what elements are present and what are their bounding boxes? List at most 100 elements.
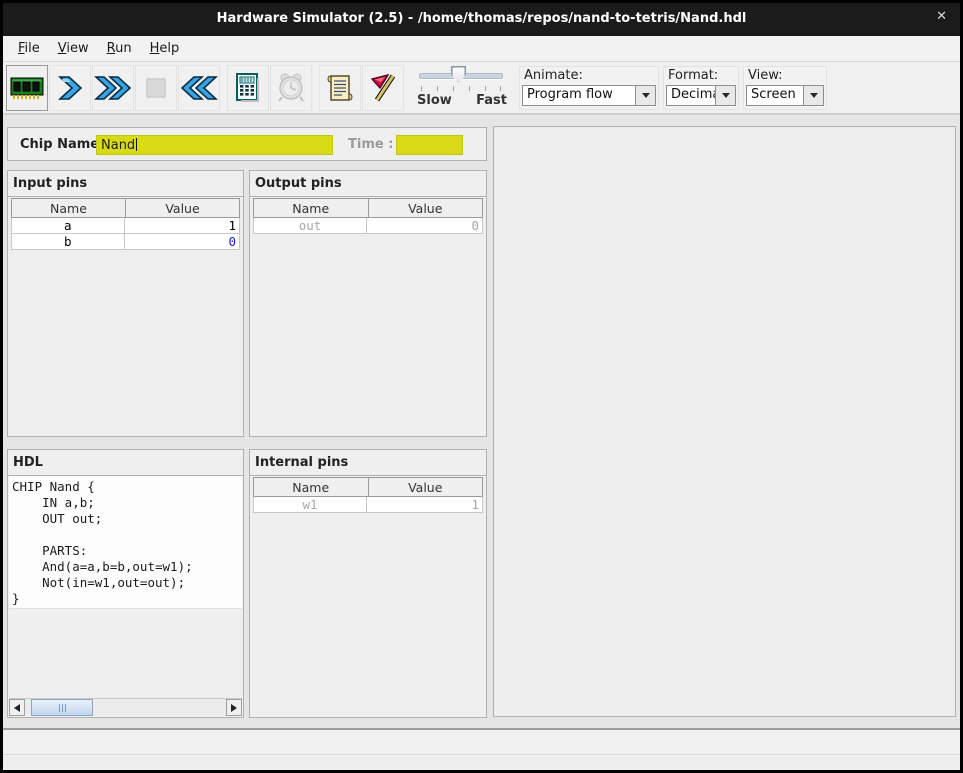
hdl-code-line: OUT out; — [12, 511, 242, 527]
chip-name-input[interactable]: Nand — [96, 135, 333, 155]
view-label: View: — [746, 68, 824, 85]
hdl-code-line: And(a=a,b=b,out=w1); — [12, 559, 242, 575]
menubar: File View Run Help — [3, 36, 960, 62]
single-step-button[interactable] — [49, 65, 91, 111]
stop-icon — [144, 76, 168, 100]
triangle-left-icon — [14, 704, 20, 712]
hdl-code-line: IN a,b; — [12, 495, 242, 511]
run-button[interactable] — [92, 65, 134, 111]
bottom-status-strip — [3, 755, 960, 770]
memory-chip-icon — [10, 75, 44, 101]
slider-thumb[interactable] — [451, 66, 466, 83]
format-value[interactable]: Decimal — [666, 85, 716, 106]
pin-value[interactable]: 0 — [124, 234, 240, 249]
input-pins-table: Name Value a 1 b 0 — [11, 198, 240, 250]
menu-run[interactable]: Run — [98, 38, 141, 59]
breakpoint-flag-icon — [369, 73, 397, 103]
animate-value[interactable]: Program flow — [522, 85, 636, 106]
time-label: Time : — [348, 137, 393, 152]
message-status-bar — [3, 730, 960, 755]
rewind-icon — [180, 74, 218, 102]
format-label: Format: — [666, 68, 736, 85]
slider-ticks — [421, 86, 501, 92]
fast-forward-icon — [94, 74, 132, 102]
input-pins-panel: Input pins Name Value a 1 b 0 — [7, 170, 244, 437]
table-header: Name Value — [11, 198, 240, 218]
stop-button — [135, 65, 177, 111]
format-dropdown-button[interactable] — [716, 85, 736, 106]
chip-display-panel — [493, 126, 956, 717]
menu-help[interactable]: Help — [141, 38, 189, 59]
output-pins-table: Name Value out 0 — [253, 198, 483, 234]
pin-name: w1 — [254, 497, 366, 512]
time-field — [396, 135, 463, 155]
single-step-icon — [57, 74, 83, 102]
triangle-right-icon — [231, 704, 237, 712]
hdl-code-line: Not(in=w1,out=out); — [12, 575, 242, 591]
calculator-button[interactable] — [227, 65, 269, 111]
table-row: a 1 — [11, 218, 240, 234]
chevron-down-icon — [642, 93, 650, 98]
output-pins-title: Output pins — [250, 171, 486, 197]
pin-value: 1 — [366, 497, 482, 512]
internal-pins-title: Internal pins — [250, 450, 486, 476]
name-column-header: Name — [254, 199, 368, 217]
animate-dropdown-button[interactable] — [636, 85, 656, 106]
table-row: out 0 — [253, 218, 483, 234]
hdl-code-line: CHIP Nand { — [12, 479, 242, 495]
hdl-code-line: } — [12, 591, 242, 607]
menu-file[interactable]: File — [9, 38, 49, 59]
chevron-down-icon — [722, 93, 730, 98]
view-group: View: Screen — [743, 66, 827, 110]
format-group: Format: Decimal — [663, 66, 739, 110]
view-dropdown-button[interactable] — [804, 85, 824, 106]
toolbar: Slow Fast Animate: Program flow Format: … — [3, 62, 960, 115]
view-select[interactable]: Screen — [746, 85, 824, 106]
internal-pins-table: Name Value w1 1 — [253, 477, 483, 513]
chevron-down-icon — [810, 93, 818, 98]
table-row: b 0 — [11, 234, 240, 250]
hdl-title: HDL — [8, 450, 243, 476]
name-column-header: Name — [12, 199, 125, 217]
pin-name: out — [254, 218, 366, 233]
format-select[interactable]: Decimal — [666, 85, 736, 106]
name-column-header: Name — [254, 478, 368, 496]
speed-slider[interactable]: Slow Fast — [413, 64, 509, 112]
value-column-header: Value — [368, 478, 483, 496]
pin-value[interactable]: 1 — [124, 218, 240, 233]
table-header: Name Value — [253, 477, 483, 497]
hdl-panel: HDL CHIP Nand { IN a,b; OUT out; PARTS: … — [7, 449, 244, 718]
chip-name-panel: Chip Name : Nand Time : — [7, 127, 487, 161]
value-column-header: Value — [368, 199, 483, 217]
slow-label: Slow — [417, 93, 452, 108]
titlebar: Hardware Simulator (2.5) - /home/thomas/… — [0, 0, 963, 36]
close-icon[interactable]: ✕ — [936, 9, 947, 24]
hdl-code-line — [12, 527, 242, 543]
hdl-horizontal-scrollbar[interactable] — [9, 698, 242, 716]
pin-name: a — [12, 218, 124, 233]
pin-name: b — [12, 234, 124, 249]
scroll-right-button[interactable] — [226, 699, 242, 716]
view-value[interactable]: Screen — [746, 85, 804, 106]
scrollbar-track[interactable] — [25, 699, 226, 716]
table-row: w1 1 — [253, 497, 483, 513]
text-caret — [136, 138, 137, 151]
scroll-left-button[interactable] — [9, 699, 25, 716]
load-chip-button[interactable] — [6, 65, 48, 111]
fast-label: Fast — [476, 93, 507, 108]
animate-label: Animate: — [522, 68, 656, 85]
input-pins-title: Input pins — [8, 171, 243, 197]
script-button[interactable] — [319, 65, 361, 111]
reset-button[interactable] — [178, 65, 220, 111]
breakpoints-button[interactable] — [362, 65, 404, 111]
menu-view[interactable]: View — [49, 38, 98, 59]
clock-button — [270, 65, 312, 111]
hdl-code-line: PARTS: — [12, 543, 242, 559]
scrollbar-thumb[interactable] — [31, 699, 93, 716]
hdl-code-view: CHIP Nand { IN a,b; OUT out; PARTS: And(… — [9, 476, 242, 609]
calculator-icon — [235, 73, 261, 103]
script-scroll-icon — [326, 73, 354, 103]
animate-select[interactable]: Program flow — [522, 85, 656, 106]
hardware-simulator-window: Hardware Simulator (2.5) - /home/thomas/… — [0, 0, 963, 773]
alarm-clock-icon — [277, 73, 305, 103]
